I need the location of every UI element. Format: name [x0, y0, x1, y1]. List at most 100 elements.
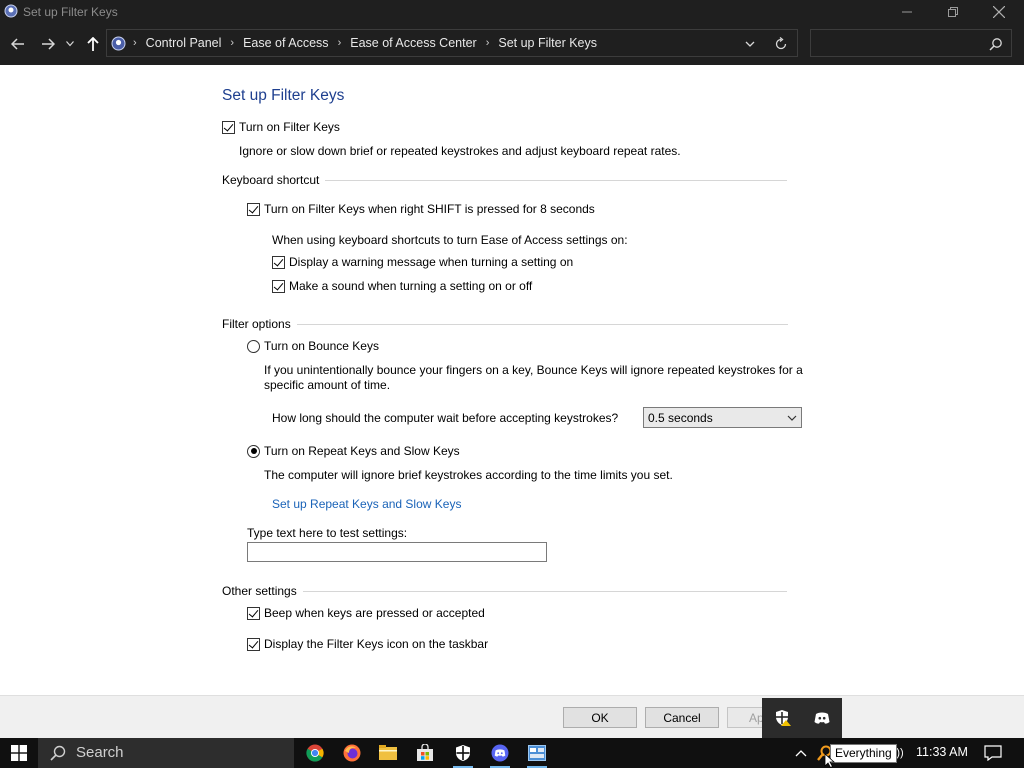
taskbar-clock[interactable]: 11:33 AM [916, 745, 968, 759]
close-icon [993, 5, 1005, 18]
firefox-icon [343, 744, 361, 762]
repeat-slow-keys-radio[interactable]: Turn on Repeat Keys and Slow Keys [247, 444, 460, 458]
ok-button[interactable]: OK [563, 707, 637, 728]
close-button[interactable] [976, 0, 1022, 23]
breadcrumb-ease-of-access[interactable]: Ease of Access [243, 36, 328, 50]
discord-icon[interactable] [813, 709, 831, 727]
recent-locations-button[interactable] [63, 34, 77, 54]
test-settings-input[interactable] [248, 543, 546, 561]
warning-message-checkbox[interactable]: Display a warning message when turning a… [272, 255, 573, 269]
search-icon [50, 745, 66, 761]
section-heading: Keyboard shortcut [222, 173, 320, 187]
chrome-icon [306, 744, 324, 762]
up-arrow-icon [87, 37, 99, 51]
select-value: 0.5 seconds [648, 411, 713, 425]
main-content: Set up Filter Keys Turn on Filter Keys I… [0, 65, 1024, 695]
title-bar: Set up Filter Keys [0, 0, 1024, 23]
checkbox-checked[interactable] [272, 279, 285, 293]
radio-label: Turn on Bounce Keys [264, 339, 379, 353]
minimize-button[interactable] [884, 0, 930, 23]
page-title: Set up Filter Keys [222, 87, 345, 104]
taskbar-windows-security[interactable] [445, 738, 481, 768]
taskbar-chrome[interactable] [297, 738, 333, 768]
section-divider [325, 179, 788, 181]
taskbar-search-box[interactable]: Search [38, 738, 294, 768]
action-center-button[interactable] [976, 738, 1010, 768]
beep-checkbox[interactable]: Beep when keys are pressed or accepted [247, 606, 485, 620]
taskbar-search-label: Search [76, 744, 124, 761]
checkbox-checked[interactable] [272, 255, 285, 269]
taskbar-microsoft-store[interactable] [407, 738, 443, 768]
folder-icon [379, 745, 397, 760]
taskbar-firefox[interactable] [334, 738, 370, 768]
store-icon [417, 744, 433, 761]
checkbox-label: Turn on Filter Keys when right SHIFT is … [264, 202, 595, 216]
shield-icon [456, 745, 470, 761]
minimize-icon [902, 11, 912, 12]
checkbox-label: Display a warning message when turning a… [289, 255, 574, 269]
taskbar-file-explorer[interactable] [370, 738, 406, 768]
chevron-up-icon [795, 750, 807, 757]
set-up-repeat-keys-link[interactable]: Set up Repeat Keys and Slow Keys [272, 497, 461, 511]
checkbox-checked[interactable] [247, 637, 260, 651]
taskbar-discord[interactable] [482, 738, 518, 768]
windows-security-icon[interactable] [774, 709, 792, 727]
address-bar[interactable]: › Control Panel › Ease of Access › Ease … [106, 29, 798, 57]
wait-time-label: How long should the computer wait before… [272, 411, 619, 425]
shortcut-note: When using keyboard shortcuts to turn Ea… [272, 233, 628, 247]
taskbar-control-panel[interactable] [519, 738, 555, 768]
radio-label: Turn on Repeat Keys and Slow Keys [264, 444, 460, 458]
bounce-keys-description-cont: specific amount of time. [264, 378, 391, 392]
checkbox-checked[interactable] [222, 120, 235, 134]
repeat-keys-description: The computer will ignore brief keystroke… [264, 468, 673, 482]
forward-button[interactable] [38, 34, 58, 54]
control-panel-app-icon [528, 745, 546, 761]
breadcrumb: › Control Panel › Ease of Access › Ease … [131, 36, 597, 50]
search-control-panel[interactable] [810, 29, 1012, 57]
breadcrumb-separator-icon[interactable]: › [338, 37, 342, 49]
test-settings-field[interactable] [247, 542, 547, 562]
checkbox-checked[interactable] [247, 202, 260, 216]
refresh-icon[interactable] [773, 36, 789, 52]
window-title: Set up Filter Keys [23, 5, 118, 19]
cancel-button[interactable]: Cancel [645, 707, 719, 728]
start-button[interactable] [0, 738, 38, 768]
breadcrumb-control-panel[interactable]: Control Panel [146, 36, 222, 50]
search-icon[interactable] [989, 37, 1003, 51]
maximize-button[interactable] [930, 0, 976, 23]
taskbar-icon-checkbox[interactable]: Display the Filter Keys icon on the task… [247, 637, 488, 651]
breadcrumb-separator-icon[interactable]: › [230, 37, 234, 49]
up-button[interactable] [83, 34, 103, 54]
test-settings-label: Type text here to test settings: [247, 526, 408, 540]
search-input[interactable] [815, 34, 985, 52]
forward-arrow-icon [42, 38, 55, 50]
turn-on-filter-keys-checkbox[interactable]: Turn on Filter Keys [222, 120, 340, 134]
checkbox-label: Turn on Filter Keys [239, 120, 340, 134]
breadcrumb-set-up-filter-keys[interactable]: Set up Filter Keys [498, 36, 597, 50]
breadcrumb-ease-of-access-center[interactable]: Ease of Access Center [350, 36, 476, 50]
checkbox-label: Make a sound when turning a setting on o… [289, 279, 533, 293]
checkbox-label: Display the Filter Keys icon on the task… [264, 637, 489, 651]
dialog-button-bar: OK Cancel Ap [0, 695, 1024, 738]
section-divider [296, 323, 788, 325]
tray-overflow-flyout [762, 698, 842, 738]
other-settings-section: Other settings [222, 584, 787, 598]
section-heading: Other settings [222, 584, 297, 598]
breadcrumb-separator-icon[interactable]: › [486, 37, 490, 49]
chevron-down-icon [787, 415, 797, 421]
radio-selected[interactable] [247, 444, 260, 458]
wait-time-select[interactable]: 0.5 seconds [643, 407, 802, 428]
section-heading: Filter options [222, 317, 291, 331]
make-sound-checkbox[interactable]: Make a sound when turning a setting on o… [272, 279, 532, 293]
section-divider [302, 590, 787, 592]
bounce-keys-radio[interactable]: Turn on Bounce Keys [247, 339, 379, 353]
mouse-cursor-icon [824, 754, 836, 768]
checkbox-checked[interactable] [247, 606, 260, 620]
radio-unselected[interactable] [247, 339, 260, 353]
filter-options-section: Filter options [222, 317, 788, 331]
address-dropdown-icon[interactable] [743, 37, 757, 51]
bounce-keys-description: If you unintentionally bounce your finge… [264, 363, 803, 377]
shift-shortcut-checkbox[interactable]: Turn on Filter Keys when right SHIFT is … [247, 202, 595, 216]
show-hidden-icons-button[interactable] [784, 738, 818, 768]
back-button[interactable] [8, 34, 28, 54]
